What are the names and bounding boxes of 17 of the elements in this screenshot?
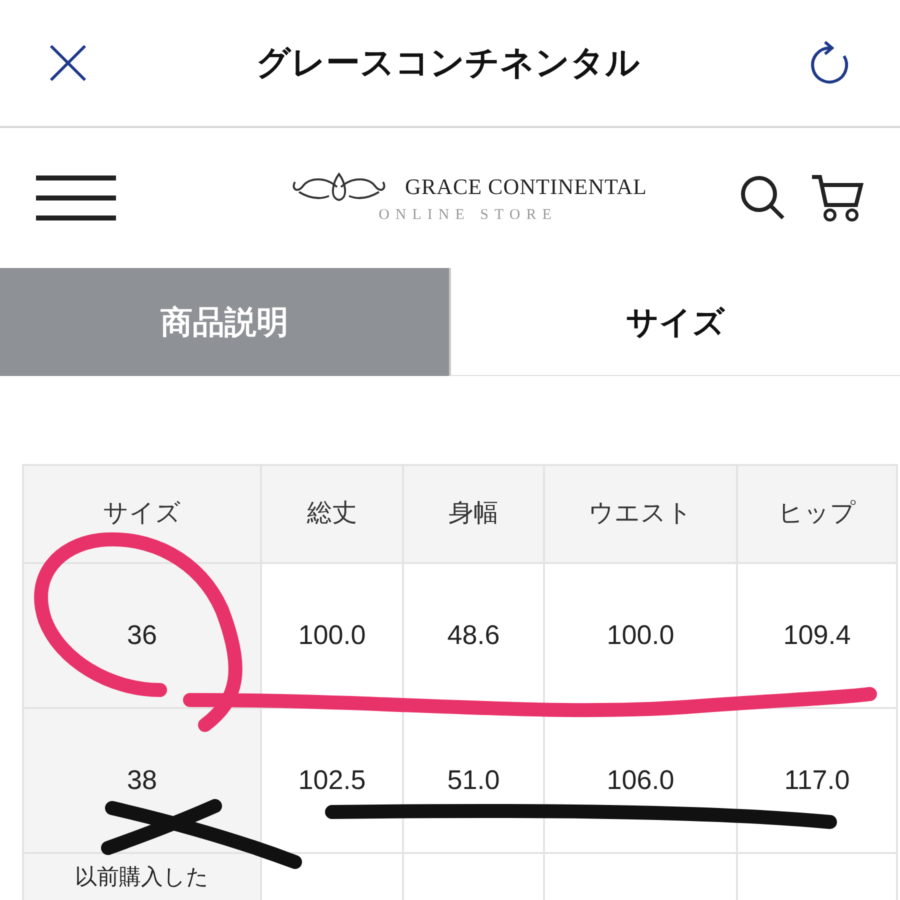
table-cell: 106.0: [544, 708, 737, 853]
close-icon[interactable]: [48, 43, 88, 83]
store-subtitle: ONLINE STORE: [378, 206, 558, 225]
table-cell: 以前購入した: [23, 853, 261, 900]
column-header: ヒップ: [737, 465, 897, 563]
column-header: 総丈: [261, 465, 403, 563]
table-cell: 100.0: [261, 563, 403, 708]
page-title: グレースコンチネンタル: [256, 42, 640, 84]
menu-icon[interactable]: [36, 175, 116, 221]
brand-name: GRACE CONTINENTAL: [405, 173, 647, 202]
column-header: サイズ: [23, 465, 261, 563]
tab[interactable]: サイズ: [449, 268, 900, 376]
column-header: ウエスト: [544, 465, 737, 563]
table-cell: 117.0: [737, 708, 897, 853]
column-header: 身幅: [403, 465, 544, 563]
cart-icon[interactable]: [810, 173, 864, 223]
search-icon[interactable]: [740, 175, 786, 221]
